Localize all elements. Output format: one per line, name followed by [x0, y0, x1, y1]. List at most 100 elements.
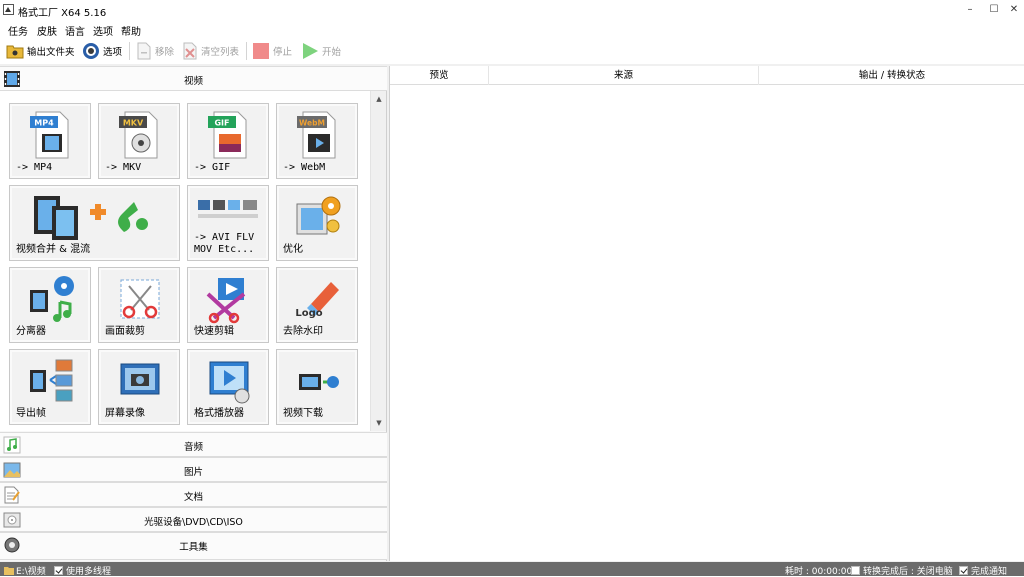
category-disc[interactable]: 光驱设备\DVD\CD\ISO — [0, 507, 387, 532]
toolbar-separator — [129, 42, 130, 60]
menu-help[interactable]: 帮助 — [121, 23, 141, 38]
tile-to-gif-label: -> GIF — [194, 162, 231, 173]
stop-button[interactable]: 停止 — [252, 40, 292, 62]
status-bar: E:\视频 使用多线程 耗时 : 00:00:00 转换完成后 : 关闭电脑 完… — [0, 562, 1024, 577]
tools-scrollbar[interactable]: ▲ ▼ — [370, 91, 386, 431]
video-merge-icon — [34, 196, 148, 240]
column-output-status[interactable]: 输出 / 转换状态 — [759, 66, 1024, 85]
tile-optimize[interactable]: 优化 — [276, 185, 358, 261]
toolbar: 输出文件夹 选项 移除 清空列表 停止 开始 — [0, 38, 1024, 64]
tile-crop[interactable]: 画面裁剪 — [98, 267, 180, 343]
tile-quick-cut[interactable]: 快速剪辑 — [187, 267, 269, 343]
function-panel: 视频 MP4 -> MP4 MKV -> MKV GIF -> GIF WebM… — [0, 66, 387, 561]
clear-list-button[interactable]: 清空列表 — [182, 40, 239, 62]
menu-options[interactable]: 选项 — [93, 23, 113, 38]
tile-other-formats[interactable]: -> AVI FLV MOV Etc... — [187, 185, 269, 261]
tile-to-mp4-label: -> MP4 — [16, 162, 53, 173]
screen-record-icon — [120, 363, 160, 395]
tile-to-mkv-label: -> MKV — [105, 162, 142, 173]
notify-checkbox[interactable] — [959, 566, 968, 575]
category-video[interactable]: 视频 — [0, 66, 387, 91]
scroll-down-arrow-icon[interactable]: ▼ — [373, 417, 385, 429]
task-list-panel: 预览 来源 输出 / 转换状态 — [389, 66, 1024, 561]
tile-to-webm-label: -> WebM — [283, 162, 326, 173]
tile-screen-record[interactable]: 屏幕录像 — [98, 349, 180, 425]
menu-language[interactable]: 语言 — [65, 23, 85, 38]
tile-format-player[interactable]: 格式播放器 — [187, 349, 269, 425]
stop-label: 停止 — [273, 47, 293, 58]
title-bar: 格式工厂 X64 5.16 – ☐ ✕ — [0, 0, 1024, 20]
video-tools-grid: MP4 -> MP4 MKV -> MKV GIF -> GIF WebM ->… — [0, 91, 370, 431]
tile-other-formats-label: -> AVI FLV MOV Etc... — [194, 232, 255, 255]
close-button[interactable]: ✕ — [1004, 2, 1024, 18]
mp4-file-icon: MP4 — [30, 111, 69, 159]
tile-screen-record-label: 屏幕录像 — [105, 408, 145, 419]
category-image[interactable]: 图片 — [0, 457, 387, 482]
remove-button[interactable]: 移除 — [136, 40, 174, 62]
category-document[interactable]: 文档 — [0, 482, 387, 507]
tile-optimize-label: 优化 — [283, 244, 303, 255]
tile-to-gif[interactable]: GIF -> GIF — [187, 103, 269, 179]
tile-remove-watermark-label: 去除水印 — [283, 326, 323, 337]
tile-quick-cut-label: 快速剪辑 — [194, 326, 234, 337]
after-convert-checkbox[interactable] — [851, 566, 860, 575]
output-folder-button[interactable]: 输出文件夹 — [6, 40, 75, 62]
quick-cut-icon — [206, 278, 246, 324]
column-source[interactable]: 来源 — [489, 66, 759, 85]
tile-export-frames[interactable]: 导出帧 — [9, 349, 91, 425]
splitter-icon — [30, 276, 74, 322]
webm-badge-text: WebM — [299, 119, 325, 128]
clear-list-icon — [183, 42, 197, 60]
minimize-button[interactable]: – — [960, 2, 980, 18]
options-button[interactable]: 选项 — [82, 40, 122, 62]
tile-to-mp4[interactable]: MP4 -> MP4 — [9, 103, 91, 179]
category-tools-label: 工具集 — [179, 542, 208, 553]
format-factory-window: 格式工厂 X64 5.16 – ☐ ✕ 任务 皮肤 语言 选项 帮助 输出文件夹… — [0, 0, 1024, 577]
tile-video-merge[interactable]: 视频合并 & 混流 — [9, 185, 180, 261]
menu-task[interactable]: 任务 — [8, 23, 28, 38]
toolbar-separator — [246, 42, 247, 60]
after-convert-toggle[interactable]: 转换完成后 : 关闭电脑 — [851, 564, 953, 577]
remove-file-icon — [137, 42, 151, 60]
tile-to-mkv[interactable]: MKV -> MKV — [98, 103, 180, 179]
category-tools[interactable]: 工具集 — [0, 532, 387, 560]
category-document-label: 文档 — [183, 492, 203, 503]
category-image-label: 图片 — [183, 467, 203, 478]
category-audio-label: 音频 — [183, 442, 203, 453]
start-label: 开始 — [322, 47, 342, 58]
webm-file-icon: WebM — [297, 111, 336, 159]
folder-small-icon — [4, 567, 14, 575]
start-button[interactable]: 开始 — [301, 40, 341, 62]
maximize-button[interactable]: ☐ — [984, 2, 1004, 18]
multithread-toggle[interactable]: 使用多线程 — [54, 564, 111, 577]
output-path-indicator[interactable]: E:\视频 — [4, 564, 46, 577]
scroll-thumb[interactable] — [373, 107, 385, 413]
stop-icon — [253, 43, 269, 59]
tile-splitter-label: 分离器 — [16, 326, 46, 337]
menu-bar: 任务 皮肤 语言 选项 帮助 — [0, 20, 1024, 38]
tile-video-download[interactable]: 视频下载 — [276, 349, 358, 425]
gif-badge-text: GIF — [214, 119, 229, 128]
tile-splitter[interactable]: 分离器 — [9, 267, 91, 343]
tile-remove-watermark[interactable]: Logo 去除水印 — [276, 267, 358, 343]
task-table-header: 预览 来源 输出 / 转换状态 — [390, 66, 1024, 85]
export-frames-icon — [30, 359, 73, 402]
tile-video-download-label: 视频下载 — [283, 408, 323, 419]
category-audio[interactable]: 音频 — [0, 432, 387, 457]
start-play-icon — [303, 43, 318, 59]
scroll-up-arrow-icon[interactable]: ▲ — [373, 93, 385, 105]
multi-format-icon — [198, 200, 258, 218]
multithread-checkbox[interactable] — [54, 566, 63, 575]
video-download-icon — [299, 374, 339, 390]
mkv-badge-text: MKV — [123, 119, 144, 128]
category-video-label: 视频 — [183, 76, 203, 87]
app-logo-icon — [3, 4, 14, 15]
menu-skin[interactable]: 皮肤 — [37, 23, 57, 38]
options-gear-icon — [83, 43, 99, 59]
optimize-icon — [296, 196, 341, 235]
elapsed-time: 耗时 : 00:00:00 — [785, 567, 853, 577]
tile-to-webm[interactable]: WebM -> WebM — [276, 103, 358, 179]
column-preview[interactable]: 预览 — [390, 66, 489, 85]
notify-toggle[interactable]: 完成通知 — [959, 564, 1007, 577]
player-icon — [209, 361, 250, 404]
